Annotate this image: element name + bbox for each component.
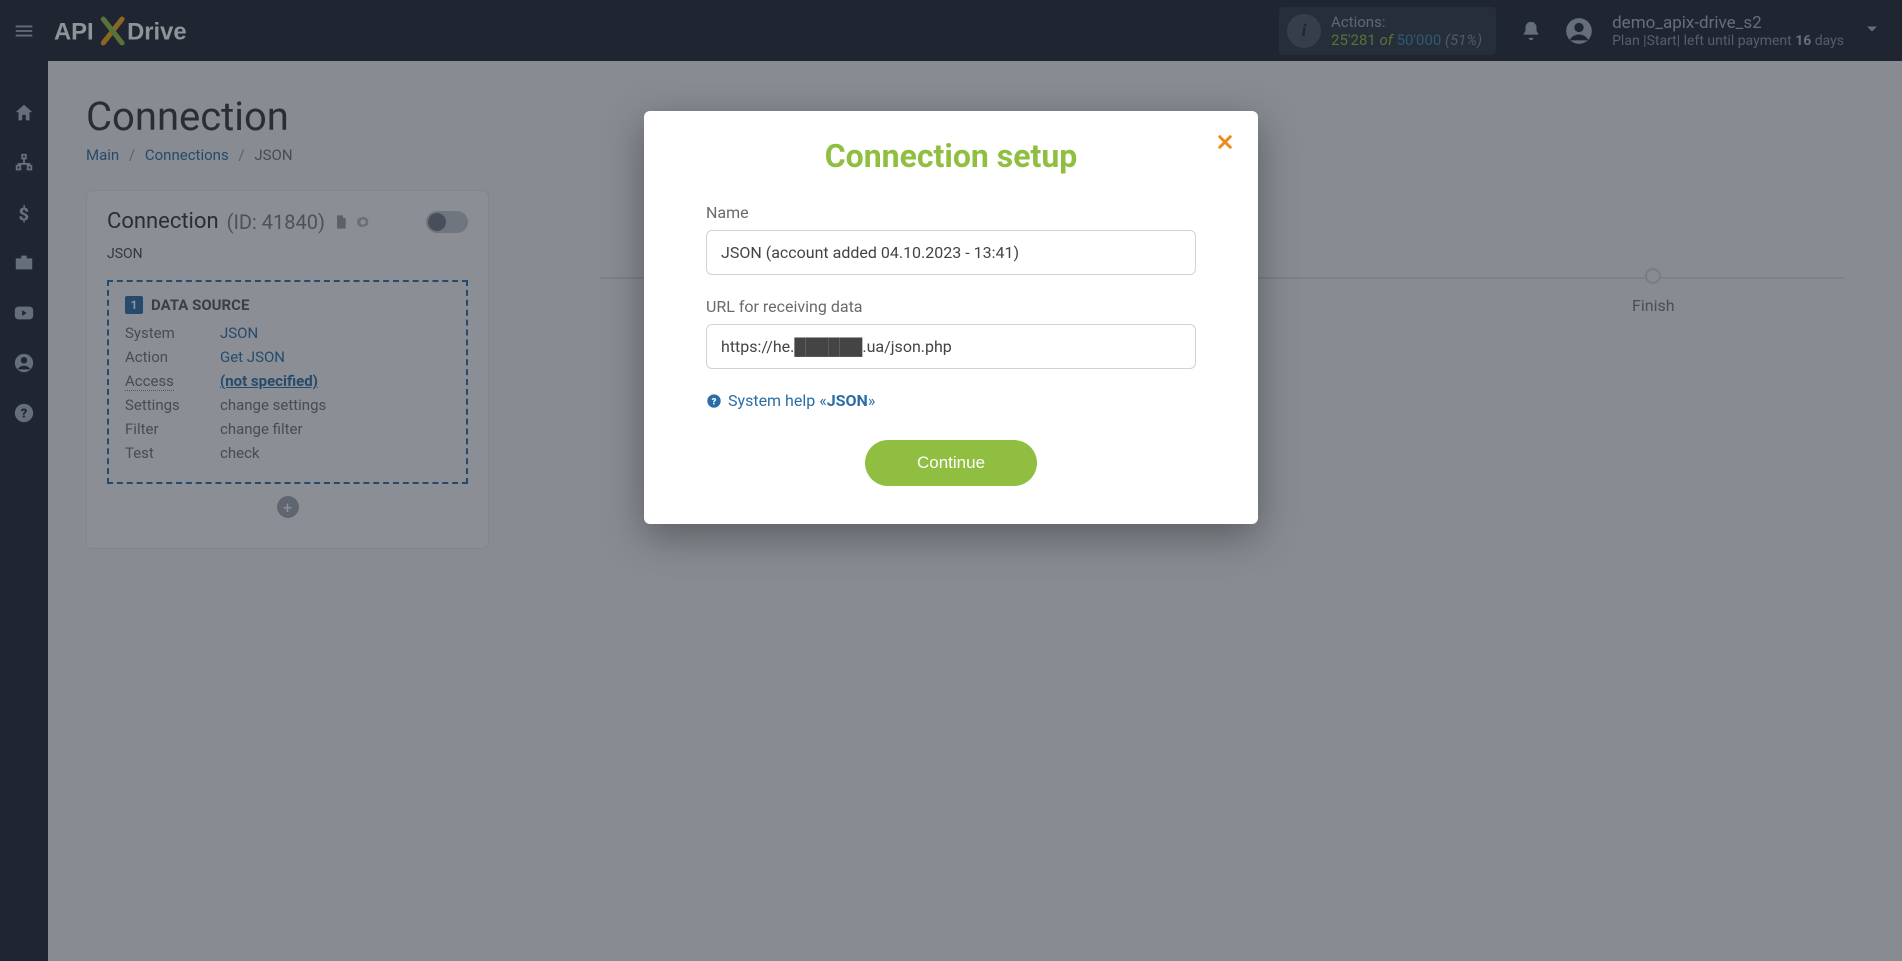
connection-setup-modal: Connection setup Name URL for receiving …	[644, 111, 1258, 524]
url-input[interactable]	[706, 324, 1196, 369]
name-label: Name	[706, 203, 1196, 222]
svg-text:?: ?	[712, 396, 717, 407]
modal-title: Connection setup	[706, 137, 1196, 175]
continue-button[interactable]: Continue	[865, 440, 1037, 486]
system-help-link[interactable]: ? System help «JSON»	[706, 391, 1196, 410]
url-label: URL for receiving data	[706, 297, 1196, 316]
name-input[interactable]	[706, 230, 1196, 275]
close-icon[interactable]	[1216, 133, 1234, 155]
